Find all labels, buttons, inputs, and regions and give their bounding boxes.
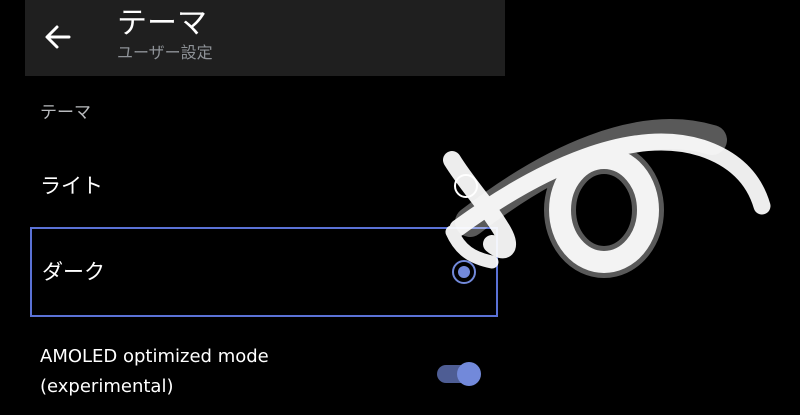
theme-option-light[interactable]: ライト — [30, 141, 498, 231]
back-button[interactable] — [43, 20, 73, 54]
radio-light[interactable] — [454, 174, 478, 198]
amoled-label-line2: (experimental) — [40, 376, 174, 397]
page-subtitle: ユーザー設定 — [117, 43, 213, 62]
app-bar: テーマ ユーザー設定 — [25, 0, 505, 76]
radio-selected-dot — [458, 266, 470, 278]
arrow-left-icon — [45, 25, 71, 49]
amoled-toggle[interactable] — [437, 362, 483, 386]
amoled-label: AMOLED optimized mode (experimental) — [40, 342, 269, 402]
theme-option-dark-label: ダーク — [42, 260, 105, 284]
theme-option-light-label: ライト — [40, 174, 103, 198]
toggle-knob — [457, 362, 481, 386]
section-label-theme: テーマ — [40, 103, 91, 123]
theme-option-dark[interactable]: ダーク — [30, 227, 498, 317]
radio-dark[interactable] — [452, 260, 476, 284]
page-title: テーマ — [117, 6, 207, 41]
amoled-label-line1: AMOLED optimized mode — [40, 346, 269, 367]
